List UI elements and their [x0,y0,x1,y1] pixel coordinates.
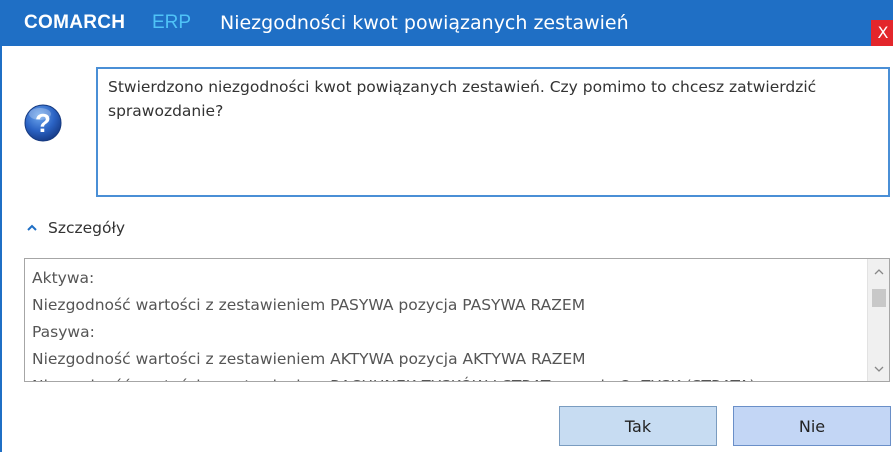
chevron-up-icon [27,224,37,231]
chevron-down-icon [874,366,883,372]
details-line: Niezgodność wartości z zestawieniem PASY… [32,296,586,314]
brand-logo: COMARCH [24,12,126,33]
message-text: Stwierdzono niezgodności kwot powiązanyc… [108,78,817,120]
details-toggle[interactable]: Szczegóły [26,216,125,240]
svg-text:?: ? [35,108,51,138]
details-text-area[interactable]: Aktywa: Niezgodność wartości z zestawien… [24,258,890,382]
scroll-down-button[interactable] [868,359,889,379]
scroll-up-button[interactable] [868,261,889,281]
chevron-up-icon [874,268,883,274]
question-icon: ? [24,104,62,142]
details-content: Aktywa: Niezgodność wartości z zestawien… [32,265,862,381]
vertical-scrollbar[interactable] [867,259,889,381]
yes-button[interactable]: Tak [559,406,717,446]
dialog-title: Niezgodności kwot powiązanych zestawień [220,12,629,34]
details-line: Niezgodność wartości z zestawieniem RACH… [32,373,862,381]
no-button[interactable]: Nie [733,406,891,446]
message-text-box: Stwierdzono niezgodności kwot powiązanyc… [96,67,890,197]
details-line: Pasywa: [32,323,95,341]
brand-logo-erp: ERP [152,12,192,33]
scrollbar-thumb[interactable] [872,289,886,307]
title-bar[interactable]: COMARCH ERP Niezgodności kwot powiązanyc… [2,0,893,46]
dialog-window: COMARCH ERP Niezgodności kwot powiązanyc… [0,0,893,452]
details-line: Aktywa: [32,269,95,287]
details-line: Niezgodność wartości z zestawieniem AKTY… [32,350,586,368]
details-toggle-label: Szczegóły [48,219,126,237]
close-button[interactable]: X [871,20,893,46]
